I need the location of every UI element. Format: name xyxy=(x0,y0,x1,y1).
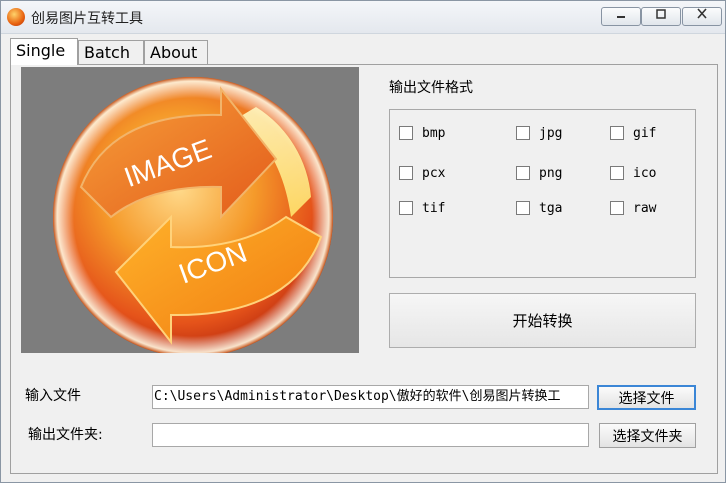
checkbox-box[interactable] xyxy=(399,126,413,140)
checkbox-box[interactable] xyxy=(516,166,530,180)
checkbox-box[interactable] xyxy=(399,166,413,180)
checkbox-box[interactable] xyxy=(516,126,530,140)
checkbox-box[interactable] xyxy=(610,166,624,180)
logo-image: IMAGE ICON xyxy=(21,67,359,353)
checkbox-label: bmp xyxy=(422,125,446,141)
output-folder-label: 输出文件夹: xyxy=(28,427,103,443)
checkbox-pcx[interactable]: pcx xyxy=(399,164,445,182)
checkbox-tga[interactable]: tga xyxy=(516,199,562,217)
select-file-button[interactable]: 选择文件 xyxy=(597,385,696,410)
checkbox-png[interactable]: png xyxy=(516,164,562,182)
checkbox-label: png xyxy=(539,165,563,181)
checkbox-gif[interactable]: gif xyxy=(610,124,656,142)
minimize-button[interactable] xyxy=(601,7,641,26)
tab-batch[interactable]: Batch xyxy=(78,40,144,64)
checkbox-box[interactable] xyxy=(516,201,530,215)
checkbox-bmp[interactable]: bmp xyxy=(399,124,445,142)
maximize-icon xyxy=(656,9,666,19)
checkbox-label: jpg xyxy=(539,125,563,141)
checkbox-label: gif xyxy=(633,125,657,141)
close-icon xyxy=(697,8,707,19)
checkbox-box[interactable] xyxy=(610,201,624,215)
window-title: 创易图片互转工具 xyxy=(31,11,143,27)
input-file-field[interactable]: C:\Users\Administrator\Desktop\傲好的软件\创易图… xyxy=(152,385,589,409)
checkbox-jpg[interactable]: jpg xyxy=(516,124,562,142)
select-folder-button[interactable]: 选择文件夹 xyxy=(599,423,696,448)
app-window: 创易图片互转工具 Single Batch About IMAGE ICON 输… xyxy=(0,0,726,483)
checkbox-label: pcx xyxy=(422,165,446,181)
checkbox-box[interactable] xyxy=(399,201,413,215)
image-icon-logo: IMAGE ICON xyxy=(53,77,333,353)
checkbox-label: raw xyxy=(633,200,657,216)
input-file-label: 输入文件 xyxy=(25,388,81,404)
maximize-button[interactable] xyxy=(641,7,681,26)
tab-about[interactable]: About xyxy=(144,40,208,64)
output-format-group: bmp jpg gif pcx png ico tif tga raw xyxy=(389,109,696,278)
checkbox-tif[interactable]: tif xyxy=(399,199,445,217)
close-button[interactable] xyxy=(682,7,722,26)
tab-single[interactable]: Single xyxy=(10,38,78,65)
checkbox-ico[interactable]: ico xyxy=(610,164,656,182)
app-icon xyxy=(7,8,25,26)
checkbox-label: tif xyxy=(422,200,446,216)
title-bar[interactable]: 创易图片互转工具 xyxy=(1,1,725,34)
checkbox-box[interactable] xyxy=(610,126,624,140)
checkbox-raw[interactable]: raw xyxy=(610,199,656,217)
checkbox-label: tga xyxy=(539,200,563,216)
output-folder-field[interactable] xyxy=(152,423,589,447)
output-format-label: 输出文件格式 xyxy=(389,80,473,96)
start-convert-button[interactable]: 开始转换 xyxy=(389,293,696,348)
minimize-icon xyxy=(617,16,625,18)
checkbox-label: ico xyxy=(633,165,657,181)
